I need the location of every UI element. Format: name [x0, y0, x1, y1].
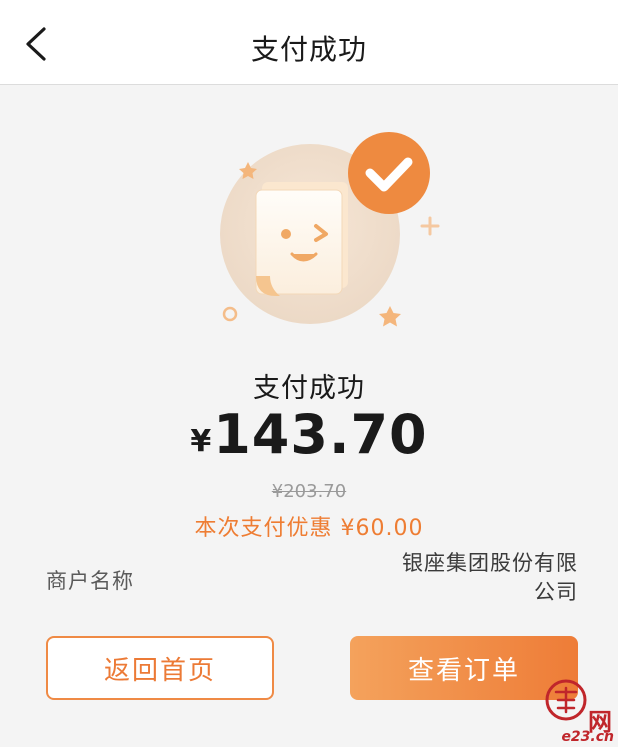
back-home-button[interactable]: 返回首页 [46, 636, 274, 700]
amount-value: 143.70 [213, 403, 428, 466]
circle-sparkle-icon [222, 306, 238, 322]
success-title: 支付成功 [253, 373, 365, 404]
watermark-site: e23.cn [561, 729, 614, 745]
merchant-name-line2: 公司 [534, 580, 578, 604]
merchant-name-line1: 银座集团股份有限 [402, 551, 578, 575]
success-check-icon [348, 132, 430, 214]
original-price: ¥203.70 [271, 481, 347, 502]
merchant-name: 银座集团股份有限 公司 [378, 549, 578, 607]
payment-success-illustration [210, 126, 450, 336]
page-title: 支付成功 [250, 33, 367, 66]
paid-amount: ¥143.70 [0, 408, 618, 462]
discount-text: 本次支付优惠 ¥60.00 [194, 516, 424, 541]
header-bar: 支付成功 [0, 0, 618, 85]
currency-symbol: ¥ [190, 424, 212, 459]
star-icon [379, 306, 401, 327]
site-watermark: 网 e23.cn [528, 676, 618, 747]
plus-sparkle-icon [420, 216, 440, 236]
receipt-illustration [255, 189, 343, 296]
merchant-label: 商户名称 [46, 569, 134, 593]
